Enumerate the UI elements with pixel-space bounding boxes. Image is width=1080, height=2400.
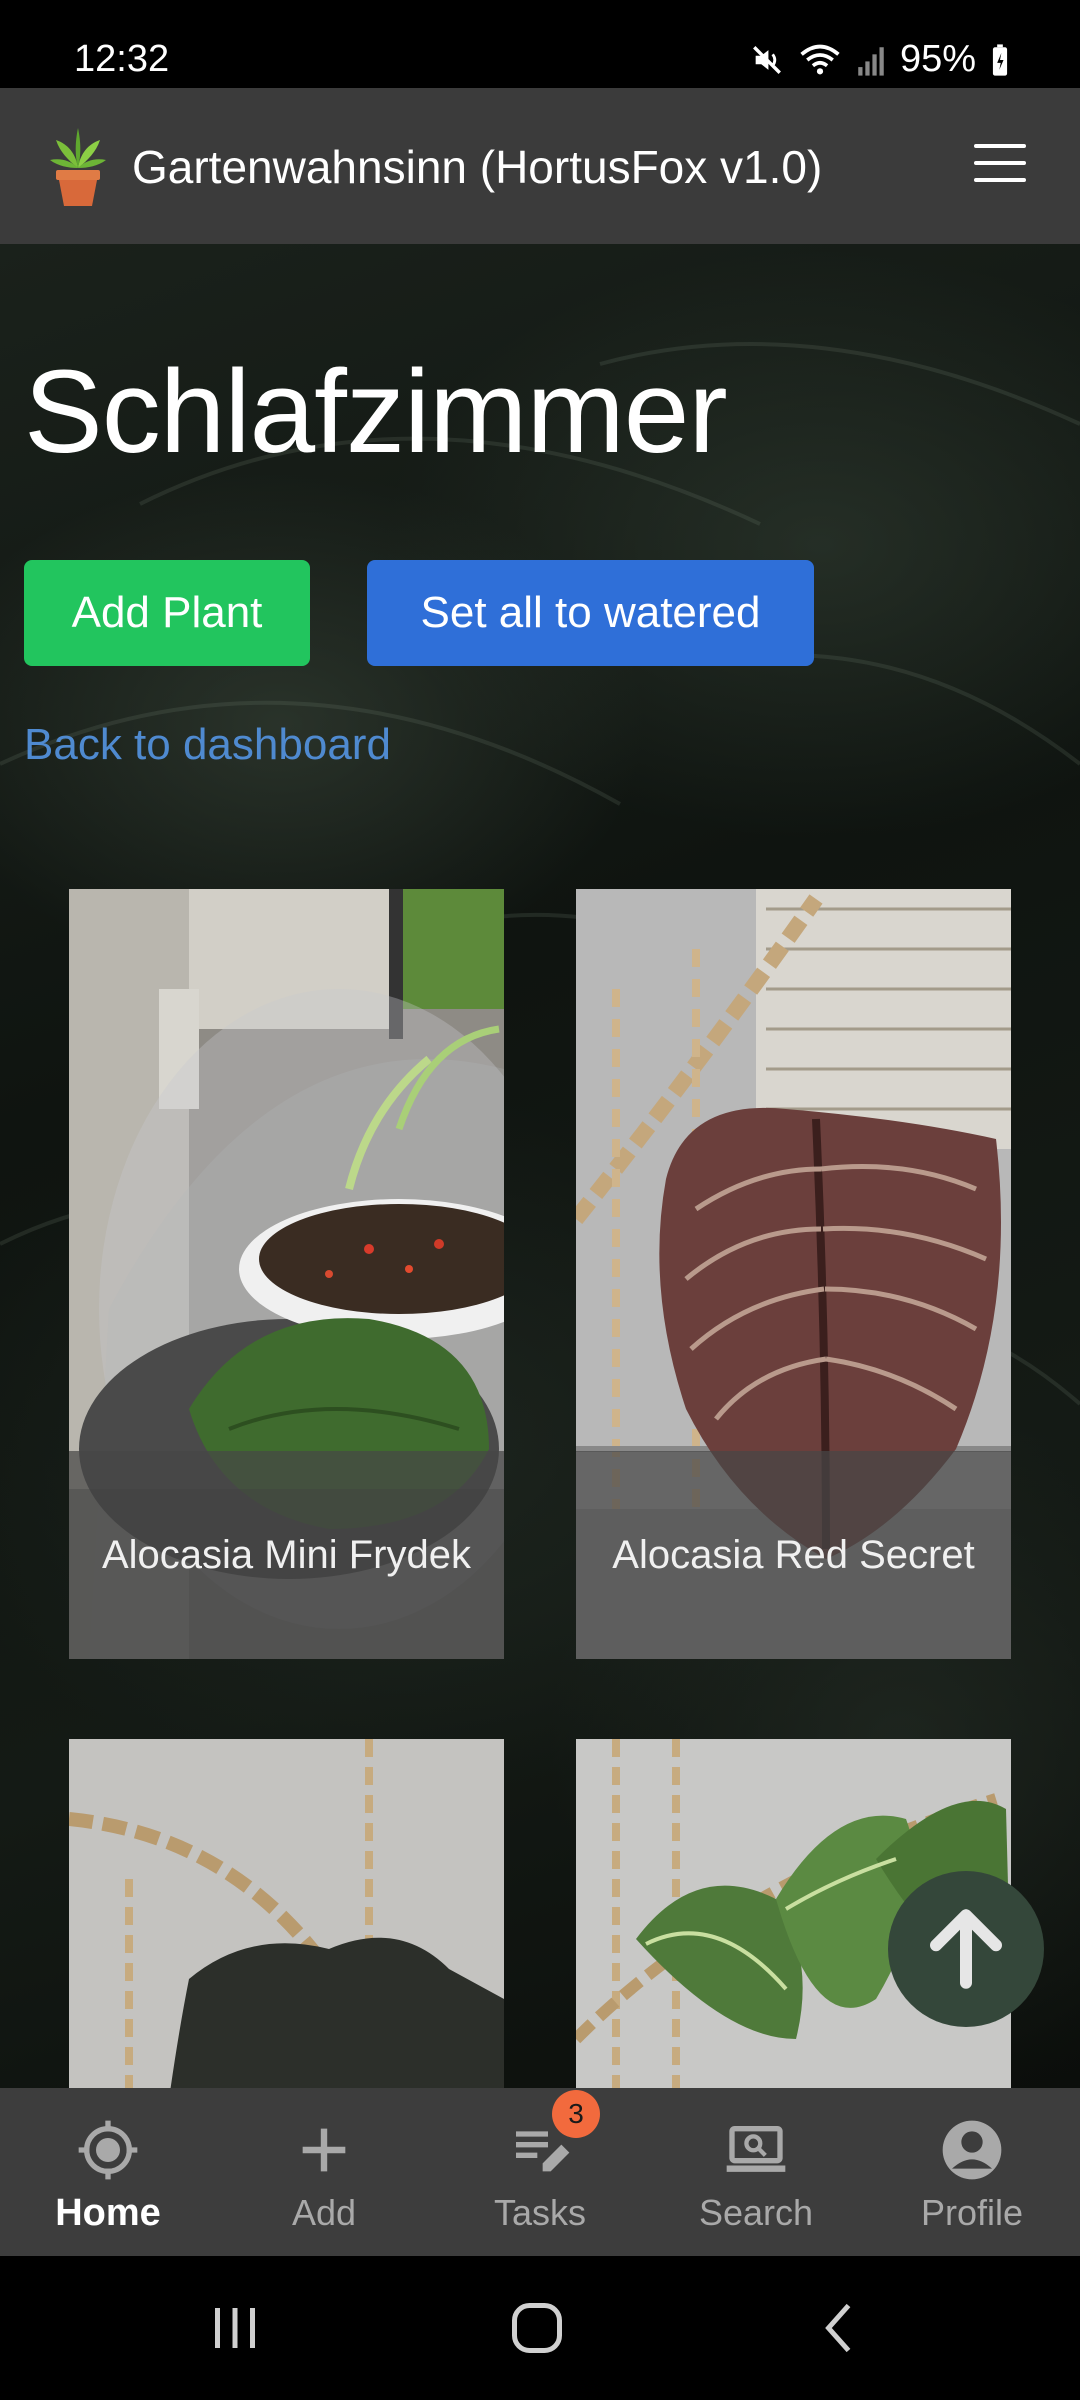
status-icons: 95% [750,38,1010,81]
mute-icon [752,45,781,74]
nav-label: Add [291,2192,357,2233]
tasks-badge: 3 [552,2090,600,2138]
potted-plant-icon[interactable] [46,124,110,208]
recents-icon[interactable] [205,2298,265,2358]
plus-icon [302,2128,346,2172]
nav-label: Home [55,2192,161,2234]
main-content: Schlafzimmer Add Plant Set all to watere… [0,244,1080,2088]
account-circle-icon [942,2120,1002,2180]
system-navigation-bar [0,2256,1080,2400]
nav-home[interactable]: Home [0,2088,216,2256]
plant-name: Alocasia Mini Frydek [69,1451,504,1659]
hamburger-menu-button[interactable] [974,144,1026,188]
arrow-up-icon [930,1909,1002,1989]
plant-card[interactable]: Alocasia Mini Frydek [69,889,504,1659]
plant-card[interactable]: Alocasia Red Secret [576,889,1011,1659]
plant-name: Alocasia Red Secret [576,1451,1011,1659]
nav-search[interactable]: Search [648,2088,864,2256]
battery-charging-icon [992,43,1008,76]
nav-label: Profile [920,2192,1024,2233]
back-icon[interactable] [811,2298,871,2358]
menu-line [974,161,1026,165]
home-target-icon [78,2120,138,2180]
status-bar: 12:32 95% [0,0,1080,88]
battery-percent: 95% [899,38,976,80]
plant-photo [69,1739,504,2088]
nav-label: Search [698,2192,814,2233]
home-icon[interactable] [507,2298,567,2358]
nav-label: Tasks [493,2192,587,2233]
app-title: Gartenwahnsinn (HortusFox v1.0) [132,141,823,193]
back-to-dashboard-link[interactable]: Back to dashboard [24,720,391,770]
menu-line [974,178,1026,182]
set-all-watered-button[interactable]: Set all to watered [367,560,814,666]
screen: 12:32 95% Gartenwahnsinn (HortusFox v1.0… [0,0,1080,2400]
nav-add[interactable]: Add [216,2088,432,2256]
nav-tasks[interactable]: 3 Tasks [432,2088,648,2256]
plant-card[interactable] [69,1739,504,2088]
nav-profile[interactable]: Profile [864,2088,1080,2256]
app-header: Gartenwahnsinn (HortusFox v1.0) [0,88,1080,244]
menu-line [974,144,1026,148]
page-title: Schlafzimmer [24,346,728,478]
search-laptop-icon [726,2126,786,2172]
bottom-navigation: Home Add 3 Tasks Search Profile [0,2088,1080,2256]
add-plant-button[interactable]: Add Plant [24,560,310,666]
signal-icon [858,46,884,76]
status-time: 12:32 [74,38,170,80]
scroll-to-top-button[interactable] [888,1871,1044,2027]
wifi-icon [800,44,840,74]
